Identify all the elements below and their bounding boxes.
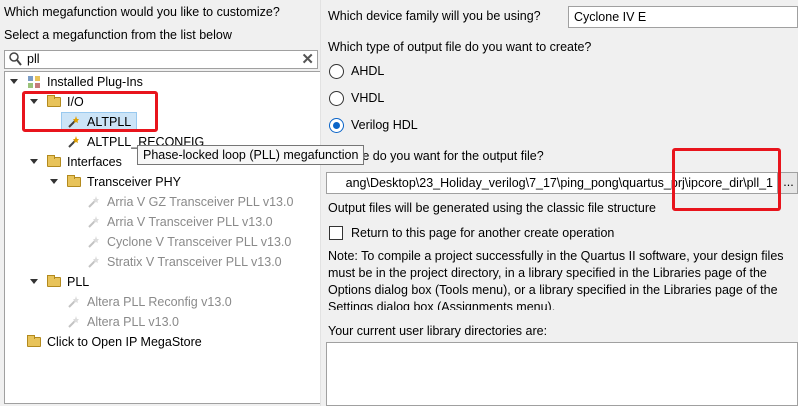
highlight-box-altpll xyxy=(22,91,158,132)
tree-item-arria-v-gz-pll[interactable]: Arria V GZ Transceiver PLL v13.0 xyxy=(5,192,317,212)
wand-icon xyxy=(66,315,80,329)
radio-vhdl[interactable] xyxy=(329,91,344,106)
tree-item-cyclone-v-pll[interactable]: Cyclone V Transceiver PLL v13.0 xyxy=(5,232,317,252)
tree-item-altera-pll-reconfig[interactable]: Altera PLL Reconfig v13.0 xyxy=(5,292,305,312)
output-type-label: Which type of output file do you want to… xyxy=(328,40,592,54)
radio-ahdl[interactable] xyxy=(329,64,344,79)
tree-item-installed-plugins[interactable]: Installed Plug-Ins xyxy=(5,72,305,92)
select-megafunction-label: Select a megafunction from the list belo… xyxy=(4,28,232,42)
compile-note: Note: To compile a project successfully … xyxy=(328,249,784,310)
tree-item-pll[interactable]: PLL xyxy=(5,272,305,292)
clear-search-icon[interactable]: ✕ xyxy=(301,50,314,68)
folder-icon xyxy=(47,155,61,167)
highlight-box-output-path xyxy=(672,148,781,211)
tree-label: Altera PLL Reconfig v13.0 xyxy=(87,295,232,309)
megafunction-question: Which megafunction would you like to cus… xyxy=(4,5,280,19)
tree-label: Arria V Transceiver PLL v13.0 xyxy=(107,215,273,229)
library-dirs-label: Your current user library directories ar… xyxy=(328,324,548,338)
tree-label: Interfaces xyxy=(67,155,122,169)
library-dirs-list[interactable] xyxy=(326,342,798,406)
expand-arrow-icon[interactable] xyxy=(30,279,38,284)
expand-arrow-icon[interactable] xyxy=(50,179,58,184)
tree-label: Stratix V Transceiver PLL v13.0 xyxy=(107,255,282,269)
plugin-icon xyxy=(27,75,41,89)
radio-ahdl-label[interactable]: AHDL xyxy=(351,64,384,78)
device-family-select[interactable]: Cyclone IV E xyxy=(568,6,798,28)
output-name-label: name do you want for the output file? xyxy=(338,149,544,163)
classic-structure-note: Output files will be generated using the… xyxy=(328,201,656,215)
tree-item-arria-v-pll[interactable]: Arria V Transceiver PLL v13.0 xyxy=(5,212,317,232)
folder-icon xyxy=(47,275,61,287)
search-input[interactable]: pll ✕ xyxy=(4,50,318,69)
tree-label: Arria V GZ Transceiver PLL v13.0 xyxy=(107,195,294,209)
wand-icon xyxy=(66,135,80,149)
radio-verilog-hdl-label[interactable]: Verilog HDL xyxy=(351,118,418,132)
wand-icon xyxy=(86,235,100,249)
tree-label: Cyclone V Transceiver PLL v13.0 xyxy=(107,235,292,249)
expand-arrow-icon[interactable] xyxy=(10,79,18,84)
radio-verilog-hdl[interactable] xyxy=(329,118,344,133)
tree-item-megastore[interactable]: Click to Open IP MegaStore xyxy=(5,332,305,352)
tree-item-transceiver-phy[interactable]: Transceiver PHY xyxy=(5,172,305,192)
pane-divider[interactable] xyxy=(320,0,321,406)
tree-label: Transceiver PHY xyxy=(87,175,182,189)
tree-label: Click to Open IP MegaStore xyxy=(47,335,202,349)
search-query: pll xyxy=(27,52,40,66)
return-checkbox-label[interactable]: Return to this page for another create o… xyxy=(351,226,614,240)
tree-label: Installed Plug-Ins xyxy=(47,75,143,89)
wand-icon xyxy=(66,295,80,309)
device-family-label: Which device family will you be using? xyxy=(328,9,541,23)
wand-icon xyxy=(86,195,100,209)
device-family-value: Cyclone IV E xyxy=(574,10,647,24)
radio-vhdl-label[interactable]: VHDL xyxy=(351,91,384,105)
tree-item-stratix-v-pll[interactable]: Stratix V Transceiver PLL v13.0 xyxy=(5,252,317,272)
search-icon xyxy=(9,52,22,69)
wand-icon xyxy=(86,215,100,229)
folder-icon xyxy=(27,335,41,347)
browse-button[interactable]: ... xyxy=(779,172,798,194)
tree-item-altera-pll[interactable]: Altera PLL v13.0 xyxy=(5,312,305,332)
tree-label: PLL xyxy=(67,275,90,289)
tooltip: Phase-locked loop (PLL) megafunction xyxy=(137,145,365,165)
tree-label: Altera PLL v13.0 xyxy=(87,315,179,329)
expand-arrow-icon[interactable] xyxy=(30,159,38,164)
return-checkbox[interactable] xyxy=(329,226,343,240)
wand-icon xyxy=(86,255,100,269)
folder-icon xyxy=(67,175,81,187)
